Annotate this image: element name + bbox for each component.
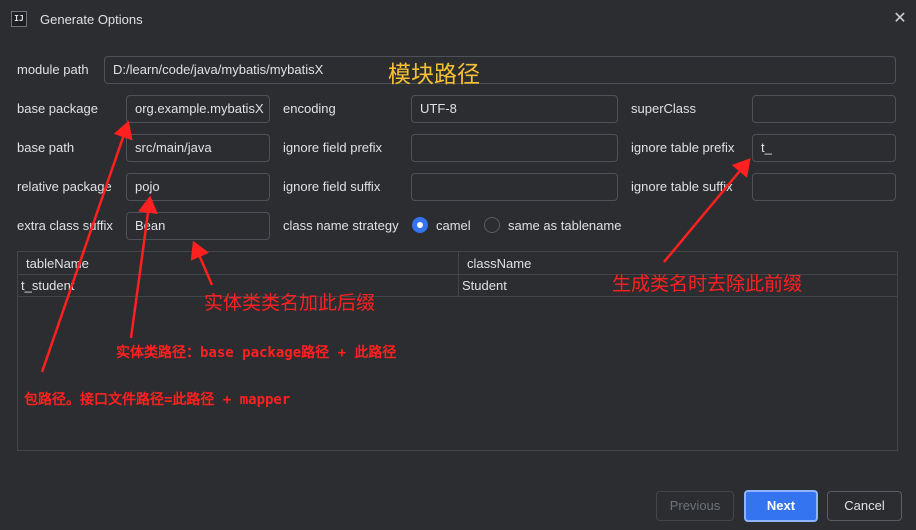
annotation-table-prefix: 生成类名时去除此前缀 (612, 274, 803, 295)
arrow-to-ignore-table-prefix (663, 158, 751, 263)
annotation-entity-path: 实体类路径：base package路径 + 此路径 (116, 345, 397, 361)
arrow-to-relative-package (129, 195, 158, 339)
arrow-to-base-package (40, 120, 133, 373)
annotation-package-path: 包路径。接口文件路径=此路径 + mapper (24, 392, 291, 408)
arrow-to-extra-suffix (190, 240, 214, 286)
annotation-class-suffix: 实体类类名加此后缀 (204, 293, 376, 314)
annotation-module-path: 模块路径 (388, 61, 480, 87)
